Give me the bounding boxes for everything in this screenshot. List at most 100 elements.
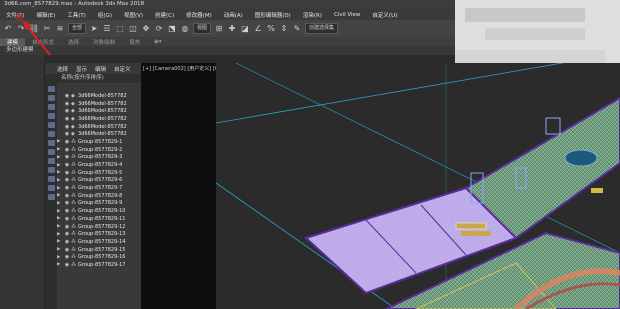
select-icon[interactable]: ➤ (89, 24, 99, 34)
percent-snap-icon[interactable]: % (266, 24, 276, 34)
visibility-icon[interactable]: ◉ (63, 131, 71, 137)
visibility-icon[interactable]: ◉ (63, 108, 71, 114)
visibility-icon[interactable]: ◉ (63, 200, 71, 206)
filter-groups-icon[interactable] (48, 140, 55, 146)
move-icon[interactable]: ✥ (141, 24, 151, 34)
ribbon-options-icon[interactable]: ◉▾ (147, 39, 169, 45)
list-item[interactable]: ◉ ◆ 3d66Model-857782 (57, 115, 141, 123)
visibility-icon[interactable]: ◉ (63, 231, 71, 237)
filter-spacewarps-icon[interactable] (48, 131, 55, 137)
menu-civil-view[interactable]: Civil View (328, 12, 366, 18)
list-item[interactable]: ▶ ◉ ⁂ Group-8577829-7 (57, 184, 141, 192)
find-icon[interactable] (48, 194, 55, 200)
visibility-icon[interactable]: ◉ (63, 247, 71, 253)
visibility-icon[interactable]: ◉ (63, 162, 71, 168)
unlink-icon[interactable]: ✂ (42, 24, 52, 34)
name-column-header[interactable]: 名称(按升序排序) (45, 74, 141, 83)
tab-display[interactable]: 显示 (76, 65, 87, 73)
filter-invert-icon[interactable] (48, 185, 55, 191)
link-icon[interactable]: ⛓ (29, 24, 39, 34)
visibility-icon[interactable]: ◉ (63, 93, 71, 99)
list-item[interactable]: ▶ ◉ ⁂ Group-8577829-9 (57, 200, 141, 208)
list-item[interactable]: ▶ ◉ ⁂ Group-8577829-1 (57, 138, 141, 146)
list-item[interactable]: ◉ ◆ 3d66Model-857782 (57, 107, 141, 115)
viewport-3d[interactable] (216, 63, 620, 309)
list-item[interactable]: ▶ ◉ ⁂ Group-8577829-14 (57, 238, 141, 246)
filter-bones-icon[interactable] (48, 158, 55, 164)
spinner-snap-icon[interactable]: ⇕ (279, 24, 289, 34)
list-item[interactable]: ◉ ◆ 3d66Model-857782 (57, 123, 141, 131)
menu-modifiers[interactable]: 修改器(M) (180, 11, 218, 19)
menu-edit[interactable]: 编辑(E) (30, 11, 61, 19)
menu-create[interactable]: 创建(C) (149, 11, 180, 19)
ribbon-tab-modeling[interactable]: 建模 (0, 37, 26, 46)
visibility-icon[interactable]: ◉ (63, 177, 71, 183)
list-item[interactable]: ▶ ◉ ⁂ Group-8577829-5 (57, 169, 141, 177)
list-item[interactable]: ▶ ◉ ⁂ Group-8577829-3 (57, 154, 141, 162)
ribbon-tab-object-paint[interactable]: 对象绘制 (86, 38, 122, 46)
viewport-label[interactable]: [+] [Camera002] [用户定义] [线框] (143, 65, 227, 72)
redo-icon[interactable]: ↷ (16, 24, 26, 34)
filter-helpers-icon[interactable] (48, 122, 55, 128)
list-item[interactable]: ▶ ◉ ⁂ Group-8577829-4 (57, 161, 141, 169)
visibility-icon[interactable]: ◉ (63, 154, 71, 160)
visibility-icon[interactable]: ◉ (63, 254, 71, 260)
menu-tools[interactable]: 工具(T) (61, 11, 92, 19)
scale-icon[interactable]: ⬔ (167, 24, 177, 34)
list-item[interactable]: ◉ ◆ 3d66Model-857782 (57, 92, 141, 100)
list-item[interactable]: ◉ ◆ 3d66Model-857782 (57, 130, 141, 138)
list-item[interactable]: ▶ ◉ ⁂ Group-8577829-8 (57, 192, 141, 200)
visibility-icon[interactable]: ◉ (63, 208, 71, 214)
list-item[interactable]: ▶ ◉ ⁂ Group-8577829-16 (57, 253, 141, 261)
visibility-icon[interactable]: ◉ (63, 193, 71, 199)
list-item[interactable]: ▶ ◉ ⁂ Group-8577829-10 (57, 207, 141, 215)
list-item[interactable]: ▶ ◉ ⁂ Group-8577829-11 (57, 215, 141, 223)
undo-icon[interactable]: ↶ (3, 24, 13, 34)
create-selection-set-dropdown[interactable]: 创建选择集 (305, 23, 339, 34)
menu-rendering[interactable]: 渲染(R) (297, 11, 328, 19)
pivot-icon[interactable]: ⊞ (214, 24, 224, 34)
list-item[interactable]: ◉ ◆ 3d66Model-857782 (57, 100, 141, 108)
filter-lights-icon[interactable] (48, 104, 55, 110)
menu-group[interactable]: 组(G) (92, 11, 118, 19)
edit-named-selection-icon[interactable]: ✎ (292, 24, 302, 34)
ribbon-tab-freeform[interactable]: 自由形式 (25, 38, 61, 46)
angle-snap-icon[interactable]: ∠ (253, 24, 263, 34)
bind-icon[interactable]: ≋ (55, 24, 65, 34)
list-item[interactable]: ▶ ◉ ⁂ Group-8577829-6 (57, 177, 141, 185)
filter-none-icon[interactable] (48, 176, 55, 182)
filter-all-icon[interactable] (48, 167, 55, 173)
visibility-icon[interactable]: ◉ (63, 262, 71, 268)
menu-file[interactable]: 文件(F) (0, 11, 30, 19)
filter-xrefs-icon[interactable] (48, 149, 55, 155)
list-item[interactable]: ▶ ◉ ⁂ Group-8577829-17 (57, 261, 141, 269)
select-region-icon[interactable]: ⬚ (115, 24, 125, 34)
place-icon[interactable]: ◍ (180, 24, 190, 34)
keyboard-shortcut-icon[interactable]: ✚ (227, 24, 237, 34)
rotate-icon[interactable]: ⟳ (154, 24, 164, 34)
ribbon-tab-selection[interactable]: 选择 (61, 38, 86, 46)
window-crossing-icon[interactable]: ◫ (128, 24, 138, 34)
menu-customize[interactable]: 自定义(U) (366, 11, 403, 19)
snap-icon[interactable]: ◪ (240, 24, 250, 34)
visibility-icon[interactable]: ◉ (63, 224, 71, 230)
visibility-icon[interactable]: ◉ (63, 239, 71, 245)
select-by-name-icon[interactable]: ☰ (102, 24, 112, 34)
menu-animation[interactable]: 动画(A) (218, 11, 249, 19)
visibility-icon[interactable]: ◉ (63, 116, 71, 122)
tab-select[interactable]: 选择 (57, 65, 68, 73)
visibility-icon[interactable]: ◉ (63, 139, 71, 145)
reference-coord-dropdown[interactable]: 视图 (193, 23, 212, 34)
visibility-icon[interactable]: ◉ (63, 185, 71, 191)
ribbon-tab-populate[interactable]: 填充 (122, 38, 147, 46)
visibility-icon[interactable]: ◉ (63, 216, 71, 222)
tab-customize[interactable]: 自定义 (114, 65, 131, 73)
visibility-icon[interactable]: ◉ (63, 124, 71, 130)
visibility-icon[interactable]: ◉ (63, 170, 71, 176)
tab-edit[interactable]: 编辑 (95, 65, 106, 73)
list-item[interactable]: ▶ ◉ ⁂ Group-8577829-15 (57, 246, 141, 254)
filter-cameras-icon[interactable] (48, 113, 55, 119)
selection-filter-dropdown[interactable]: 全部 (68, 23, 87, 34)
list-item[interactable]: ▶ ◉ ⁂ Group-8577829-12 (57, 223, 141, 231)
list-item[interactable]: ▶ ◉ ⁂ Group-8577829-13 (57, 230, 141, 238)
